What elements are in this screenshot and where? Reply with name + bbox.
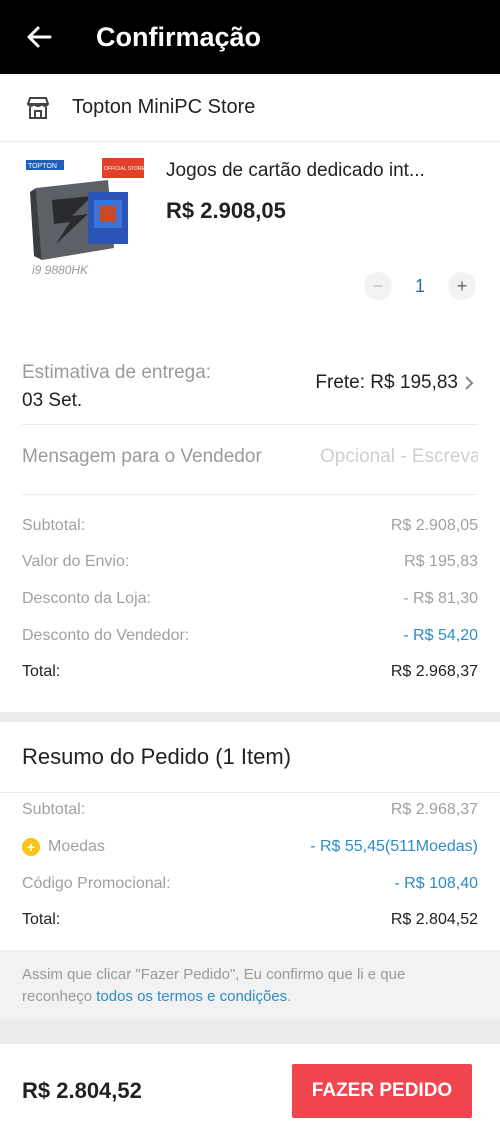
order-summary-title: Resumo do Pedido (1 Item) bbox=[22, 744, 292, 769]
order-total-row: Total: R$ 2.804,52 bbox=[22, 908, 478, 932]
terms-end: . bbox=[287, 988, 292, 1005]
summary-label: Desconto do Vendedor: bbox=[22, 627, 190, 644]
coins-label-wrap: + Moedas bbox=[22, 837, 105, 856]
summary-label: Valor do Envio: bbox=[22, 553, 130, 570]
divider bbox=[22, 424, 478, 425]
summary-label: Total: bbox=[22, 911, 61, 928]
increase-quantity-button[interactable]: + bbox=[447, 272, 476, 300]
badge-label: OFFICIAL STORE bbox=[104, 166, 146, 172]
shipping-value-row: Valor do Envio: R$ 195,83 bbox=[22, 550, 478, 574]
promo-code-row[interactable]: Código Promocional: - R$ 108,40 bbox=[22, 872, 478, 896]
product-thumbnail[interactable]: TOPTON OFFICIAL STORE i9 9880HK bbox=[22, 152, 148, 278]
brand-label: TOPTON bbox=[28, 163, 57, 170]
summary-label: Subtotal: bbox=[22, 801, 86, 818]
product-title[interactable]: Jogos de cartão dedicado int... bbox=[166, 160, 476, 182]
summary-value: R$ 195,83 bbox=[404, 553, 478, 570]
store-name: Topton MiniPC Store bbox=[72, 96, 256, 118]
store-total-row: Total: R$ 2.968,37 bbox=[22, 660, 478, 684]
summary-value: - R$ 54,20 bbox=[403, 627, 478, 644]
summary-label: Subtotal: bbox=[22, 517, 86, 534]
store-discount-row: Desconto da Loja: - R$ 81,30 bbox=[22, 587, 478, 611]
coins-row[interactable]: + Moedas - R$ 55,45(511Moedas) bbox=[22, 835, 478, 859]
chevron-right-icon bbox=[465, 376, 474, 390]
divider bbox=[22, 494, 478, 495]
summary-label: Moedas bbox=[48, 838, 105, 856]
grand-total: R$ 2.804,52 bbox=[22, 1078, 142, 1103]
product-price: R$ 2.908,05 bbox=[166, 198, 286, 223]
summary-value: R$ 2.804,52 bbox=[390, 911, 478, 928]
shipping-fee-selector[interactable]: Frete: R$ 195,83 bbox=[315, 372, 474, 394]
checkout-bar: R$ 2.804,52 FAZER PEDIDO bbox=[0, 1044, 500, 1136]
seller-message-label: Mensagem para o Vendedor bbox=[22, 446, 262, 467]
delivery-estimate-label: Estimativa de entrega: bbox=[22, 362, 212, 383]
delivery-date: 03 Set. bbox=[22, 390, 83, 411]
summary-value: - R$ 108,40 bbox=[394, 875, 478, 892]
arrow-left-icon bbox=[27, 26, 52, 48]
summary-label: Código Promocional: bbox=[22, 875, 171, 892]
coin-icon: + bbox=[22, 837, 40, 856]
store-icon bbox=[27, 96, 49, 119]
seller-discount-row: Desconto do Vendedor: - R$ 54,20 bbox=[22, 624, 478, 648]
summary-label: Total: bbox=[22, 663, 61, 680]
quantity-value: 1 bbox=[414, 275, 425, 296]
summary-value: - R$ 55,45(511Moedas) bbox=[310, 838, 478, 855]
store-order-card: Topton MiniPC Store TOPTON OFFICIAL STOR… bbox=[0, 74, 500, 712]
summary-value: - R$ 81,30 bbox=[403, 590, 478, 607]
shipping-fee: Frete: R$ 195,83 bbox=[315, 372, 458, 393]
mini-pc-image: TOPTON OFFICIAL STORE i9 9880HK bbox=[22, 152, 148, 278]
quantity-stepper: − 1 + bbox=[364, 272, 476, 300]
place-order-button[interactable]: FAZER PEDIDO bbox=[292, 1064, 472, 1118]
summary-value: R$ 2.968,37 bbox=[390, 663, 478, 680]
seller-message-input[interactable] bbox=[320, 442, 478, 472]
terms-notice: Assim que clicar "Fazer Pedido", Eu conf… bbox=[0, 950, 500, 1020]
terms-link[interactable]: todos os termos e condições bbox=[96, 988, 287, 1005]
decrease-quantity-button[interactable]: − bbox=[364, 272, 392, 300]
store-header[interactable]: Topton MiniPC Store bbox=[0, 74, 500, 142]
summary-value: R$ 2.968,37 bbox=[390, 801, 478, 818]
back-button[interactable] bbox=[22, 20, 56, 54]
order-summary-card: Resumo do Pedido (1 Item) Subtotal: R$ 2… bbox=[0, 722, 500, 1020]
divider bbox=[0, 792, 500, 793]
summary-label: Desconto da Loja: bbox=[22, 590, 151, 607]
order-subtotal-row: Subtotal: R$ 2.968,37 bbox=[22, 798, 478, 822]
summary-value: R$ 2.908,05 bbox=[390, 517, 478, 534]
store-subtotal-row: Subtotal: R$ 2.908,05 bbox=[22, 514, 478, 538]
cpu-label: i9 9880HK bbox=[32, 263, 89, 277]
app-bar: Confirmação bbox=[0, 0, 500, 74]
page-title: Confirmação bbox=[96, 21, 262, 52]
